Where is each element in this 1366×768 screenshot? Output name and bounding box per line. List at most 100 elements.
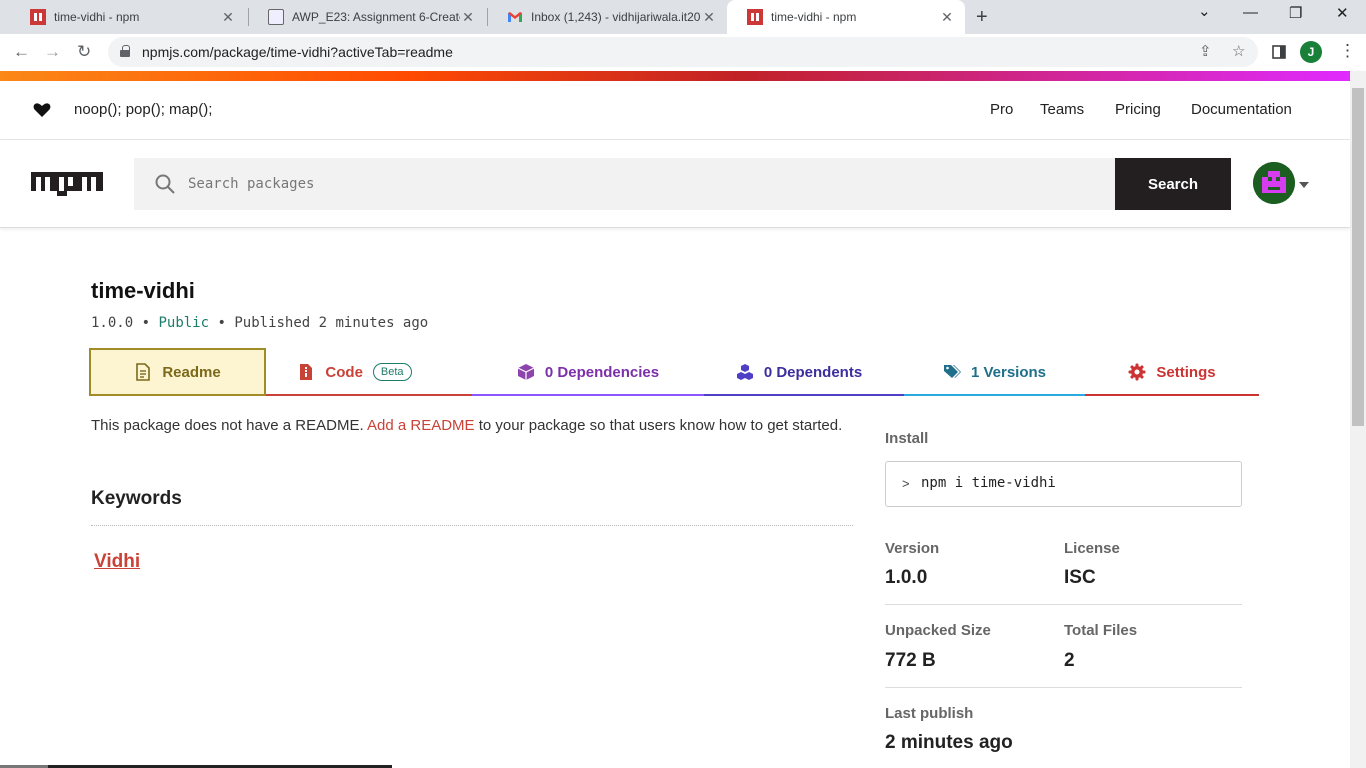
divider [885,687,1242,688]
scrollbar-thumb[interactable] [1352,88,1364,426]
package-visibility: Public [158,315,210,331]
minimize-button[interactable]: — [1243,4,1258,21]
divider [91,525,853,526]
restore-button[interactable]: ❐ [1289,4,1302,22]
browser-tab-active[interactable]: time-vidhi - npm ✕ [727,0,965,34]
prompt-icon: > [902,476,910,491]
tab-underline [266,394,472,396]
total-files-value: 2 [1064,650,1075,671]
total-files-label: Total Files [1064,622,1138,639]
install-command[interactable]: npm i time-vidhi [921,475,1056,491]
browser-tab[interactable]: Inbox (1,243) - vidhijariwala.it20 ✕ [487,0,727,34]
new-tab-button[interactable]: + [976,6,988,29]
forward-button[interactable]: → [44,42,61,62]
browser-tab[interactable]: time-vidhi - npm ✕ [10,0,246,34]
side-panel-icon[interactable] [1272,45,1286,59]
npm-logo[interactable] [31,172,103,196]
license-label: License [1064,540,1120,557]
meta-separator: • [141,315,151,331]
tab-search-button[interactable]: ⌄ [1198,2,1211,20]
back-button[interactable]: ← [13,42,30,62]
package-version: 1.0.0 [91,315,134,331]
lock-icon[interactable] [120,45,130,57]
tab-versions-label: 1 Versions [970,363,1047,381]
npm-tagline: noop(); pop(); map(); [74,101,213,118]
tab-code[interactable]: Code Beta [266,348,443,396]
add-readme-link[interactable]: Add a README [367,417,475,434]
gear-icon [1128,363,1146,381]
package-title: time-vidhi [91,278,195,303]
nav-link-documentation[interactable]: Documentation [1191,101,1292,118]
address-bar[interactable]: npmjs.com/package/time-vidhi?activeTab=r… [108,37,1258,67]
divider [885,604,1242,605]
tab-dependencies[interactable]: 0 Dependencies [472,348,704,396]
install-label: Install [885,430,929,447]
last-publish-label: Last publish [885,705,974,722]
tab-dependencies-label: 0 Dependencies [544,363,660,381]
install-command-box[interactable]: > npm i time-vidhi [885,461,1242,507]
browser-tab-title: time-vidhi - npm [54,10,140,24]
address-bar-row: ← → ↻ npmjs.com/package/time-vidhi?activ… [0,34,1366,71]
tab-settings-label: Settings [1156,363,1216,381]
code-file-icon [300,364,313,380]
heart-icon[interactable] [33,101,51,119]
close-icon[interactable]: ✕ [460,9,476,26]
tab-underline [704,394,904,396]
last-publish-value: 2 minutes ago [885,732,1013,753]
nav-link-teams[interactable]: Teams [1040,101,1084,118]
tags-icon [943,365,961,378]
search-box [134,158,1115,210]
share-icon[interactable]: ⇪ [1199,42,1212,60]
search-header: Search [0,140,1350,228]
profile-avatar[interactable]: J [1300,41,1322,63]
avatar[interactable] [1253,162,1295,204]
readme-message: This package does not have a README. Add… [91,417,842,434]
readme-message-text: This package does not have a README. [91,417,364,434]
chevron-down-icon[interactable] [1299,182,1309,188]
unpacked-size-value: 772 B [885,650,936,671]
npm-top-nav: noop(); pop(); map(); Pro Teams Pricing … [0,81,1350,140]
meta-separator: • [217,315,226,331]
search-input[interactable] [188,158,1088,210]
package-meta: 1.0.0 • Public • Published 2 minutes ago [91,315,428,331]
package-published: Published 2 minutes ago [234,315,429,331]
tab-underline [472,394,704,396]
browser-tab-title: time-vidhi - npm [771,10,857,24]
bookmark-star-icon[interactable]: ☆ [1232,42,1245,60]
browser-tab-strip: time-vidhi - npm ✕ AWP_E23: Assignment 6… [0,0,1366,34]
keywords-heading: Keywords [91,488,182,509]
keyword-link[interactable]: Vidhi [94,551,140,573]
reload-button[interactable]: ↻ [77,42,91,62]
version-label: Version [885,540,940,557]
readme-message-text: to your package so that users know how t… [478,417,843,434]
close-icon[interactable]: ✕ [220,9,236,26]
browser-menu-icon[interactable]: ⋮ [1339,41,1356,61]
tab-settings[interactable]: Settings [1085,348,1259,396]
tab-readme[interactable]: Readme [89,348,266,396]
unpacked-size-label: Unpacked Size [885,622,991,639]
url-text[interactable]: npmjs.com/package/time-vidhi?activeTab=r… [142,44,453,60]
tab-underline [1085,394,1259,396]
browser-tab[interactable]: AWP_E23: Assignment 6-Create a ✕ [248,0,486,34]
npm-icon [30,9,46,25]
browser-tab-title: Inbox (1,243) - vidhijariwala.it20 [531,10,701,24]
package-box-icon [517,364,535,380]
tab-dependents[interactable]: 0 Dependents [704,348,894,396]
document-icon [136,363,151,381]
close-icon[interactable]: ✕ [939,9,955,26]
tab-readme-label: Readme [162,363,221,381]
brand-gradient-bar [0,71,1350,81]
nav-link-pricing[interactable]: Pricing [1115,101,1161,118]
moodle-icon [268,9,284,25]
tab-underline [904,394,1085,396]
window-close-button[interactable]: ✕ [1336,4,1349,22]
tab-underline [89,394,266,396]
search-button[interactable]: Search [1115,158,1231,210]
close-icon[interactable]: ✕ [701,9,717,26]
tab-dependents-label: 0 Dependents [763,363,863,381]
nav-link-pro[interactable]: Pro [990,101,1013,118]
version-value: 1.0.0 [885,567,928,588]
beta-badge: Beta [372,363,412,381]
tab-versions[interactable]: 1 Versions [904,348,1085,396]
search-icon [155,174,175,194]
